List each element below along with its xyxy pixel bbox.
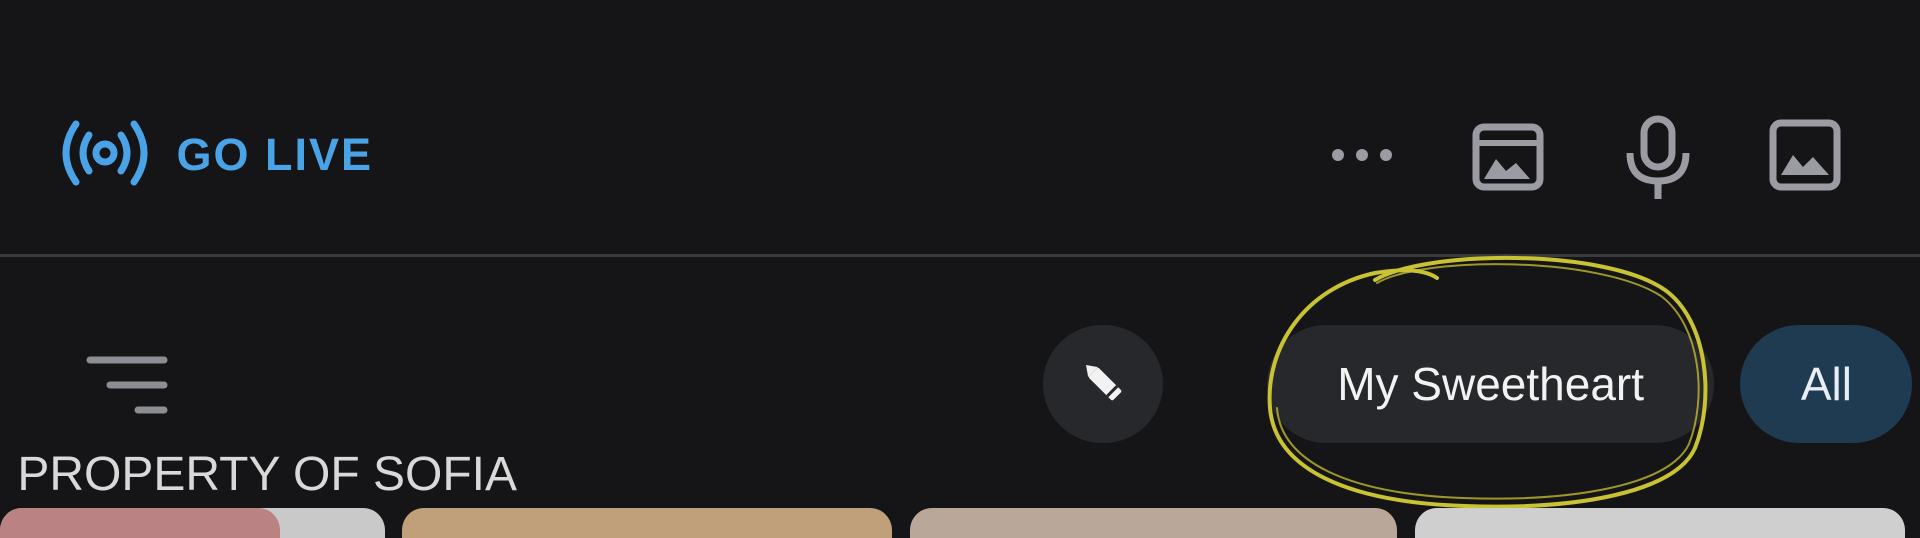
divider <box>0 254 1920 257</box>
mirrored-screen: GO LIVE All My Sweetheart PROPERTY OF SO… <box>0 0 1920 538</box>
image-icon[interactable] <box>1765 115 1845 195</box>
thumbnail-strip <box>0 505 1920 538</box>
chip-my-sweetheart[interactable]: My Sweetheart <box>1267 325 1714 443</box>
thumbnail[interactable] <box>1415 508 1905 538</box>
thumbnail[interactable] <box>402 508 892 538</box>
chip-all-label: All <box>1800 358 1852 410</box>
microphone-icon[interactable] <box>1618 113 1698 203</box>
media-icon[interactable] <box>1468 115 1548 195</box>
filter-chips: All My Sweetheart <box>0 320 1920 450</box>
chip-all[interactable]: All <box>1740 325 1912 443</box>
watermark: PROPERTY OF SOFIA <box>17 448 518 501</box>
top-bar: GO LIVE <box>0 0 1920 255</box>
go-live-label: GO LIVE <box>176 129 373 180</box>
filter-icon[interactable] <box>78 350 168 420</box>
pencil-icon <box>1073 352 1133 417</box>
more-icon[interactable] <box>1322 135 1402 175</box>
go-live-button[interactable]: GO LIVE <box>60 120 373 190</box>
thumbnail[interactable] <box>0 508 280 538</box>
chip-my-sweetheart-label: My Sweetheart <box>1337 358 1644 410</box>
broadcast-icon <box>60 118 150 193</box>
edit-chips-button[interactable] <box>1043 325 1163 443</box>
thumbnail[interactable] <box>910 508 1397 538</box>
